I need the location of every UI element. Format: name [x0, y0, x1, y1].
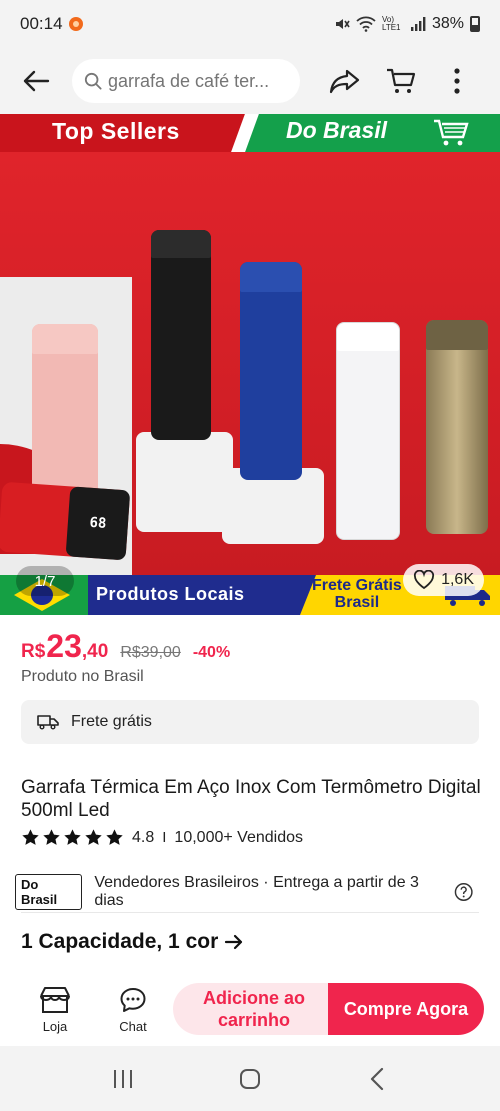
search-box[interactable]	[72, 59, 300, 103]
store-icon	[40, 987, 70, 1013]
store-button[interactable]: Loja	[16, 986, 94, 1034]
rating-value: 4.8	[132, 828, 155, 846]
recent-apps-icon	[114, 1069, 133, 1088]
more-options-button[interactable]	[429, 48, 485, 114]
banner-frete-gratis-text: Frete Grátis Brasil	[312, 577, 402, 611]
notification-app-icon	[68, 17, 83, 31]
star-icon	[106, 829, 123, 845]
status-bar: 00:14 Vo) LTE1 38%	[0, 0, 500, 48]
wifi-icon	[356, 16, 376, 32]
bottle-blue	[240, 262, 302, 480]
cart-button[interactable]	[373, 48, 429, 114]
share-icon	[329, 69, 360, 94]
bottle-red: 68	[0, 481, 131, 561]
rating-row[interactable]: 4.8 I 10,000+ Vendidos	[21, 828, 303, 847]
thermo-display: 68	[88, 514, 107, 532]
origin-note: Produto no Brasil	[21, 668, 144, 685]
likes-count: 1,6K	[441, 571, 474, 588]
shopping-cart-icon	[434, 119, 469, 146]
banner-frete-line1: Frete Grátis	[312, 577, 402, 594]
price-cents: ,40	[81, 641, 109, 662]
price-integer: 23	[46, 628, 82, 664]
store-label: Loja	[42, 1019, 68, 1034]
seller-row[interactable]: Do Brasil Vendedores Brasileiros · Entre…	[15, 874, 485, 910]
chat-button[interactable]: Chat	[94, 986, 172, 1034]
pedestal-black	[136, 432, 233, 532]
image-counter: 1/7	[16, 566, 74, 596]
star-icon	[22, 829, 39, 845]
seller-badge: Do Brasil	[15, 874, 83, 910]
rating-stars	[21, 828, 124, 847]
chevron-left-icon	[370, 1067, 383, 1090]
more-vertical-icon	[454, 68, 460, 94]
variant-selector[interactable]: 1 Capacidade, 1 cor	[21, 930, 244, 954]
cart-icon	[387, 68, 416, 93]
product-image-carousel[interactable]: 68 Top Sellers Do Brasil Produtos Locais…	[0, 114, 500, 615]
seller-description: Vendedores Brasileiros · Entrega a parti…	[94, 874, 419, 909]
mute-icon	[335, 19, 350, 29]
bottle-pink	[32, 324, 98, 504]
banner-frete-line2: Brasil	[334, 594, 380, 611]
rating-separator: I	[162, 829, 167, 846]
discount-badge: -40%	[192, 644, 231, 661]
add-to-cart-button[interactable]: Adicione ao carrinho	[173, 983, 335, 1035]
home-icon	[239, 1068, 260, 1089]
banner-top-sellers-text: Top Sellers	[52, 118, 180, 144]
recent-apps-button[interactable]	[93, 1054, 153, 1104]
shipping-info[interactable]: Frete grátis	[21, 700, 479, 744]
bottom-action-bar: Loja Chat Adicione ao carrinho Compre Ag…	[0, 974, 500, 1046]
variant-label: 1 Capacidade, 1 cor	[21, 930, 219, 953]
banner-do-brasil-text: Do Brasil	[286, 117, 387, 143]
delivery-truck-icon	[37, 715, 59, 730]
chat-bubble-icon	[120, 988, 146, 1012]
search-icon	[84, 72, 102, 90]
search-input[interactable]	[108, 70, 288, 92]
star-icon	[85, 829, 102, 845]
chat-label: Chat	[119, 1019, 147, 1034]
bottle-red-cap: 68	[65, 486, 131, 561]
system-navigation-bar	[0, 1046, 500, 1111]
bottle-gold	[426, 320, 488, 534]
arrow-right-icon	[225, 934, 243, 950]
battery-icon	[470, 16, 480, 32]
status-icons: Vo) LTE1 38%	[334, 15, 480, 33]
banner-top: Top Sellers Do Brasil	[0, 114, 500, 152]
product-title: Garrafa Térmica Em Aço Inox Com Termômet…	[21, 777, 481, 821]
help-icon[interactable]	[454, 882, 473, 902]
bottle-white	[336, 322, 400, 540]
original-price: R$39,00	[120, 644, 181, 661]
heart-icon	[414, 570, 435, 590]
shipping-label: Frete grátis	[71, 713, 152, 730]
star-icon	[64, 829, 81, 845]
banner-produtos-locais-text: Produtos Locais	[96, 584, 245, 604]
star-icon	[43, 829, 60, 845]
battery-percent: 38%	[431, 15, 464, 32]
share-button[interactable]	[317, 48, 373, 114]
top-nav	[0, 48, 500, 114]
bottle-black	[151, 230, 211, 440]
price-row: R$ 23 ,40 R$39,00 -40%	[21, 628, 230, 665]
network-label: Vo) LTE1	[381, 15, 401, 32]
buy-now-button[interactable]: Compre Agora	[328, 983, 484, 1035]
home-button[interactable]	[220, 1054, 280, 1104]
status-time: 00:14	[20, 14, 63, 33]
signal-icon	[410, 17, 426, 31]
back-button[interactable]	[0, 48, 72, 114]
wishlist-button[interactable]: 1,6K	[403, 564, 484, 596]
arrow-left-icon	[23, 70, 50, 92]
divider	[21, 912, 479, 913]
price-currency: R$	[21, 641, 46, 662]
system-back-button[interactable]	[347, 1054, 407, 1104]
sold-count: 10,000+ Vendidos	[174, 828, 303, 846]
